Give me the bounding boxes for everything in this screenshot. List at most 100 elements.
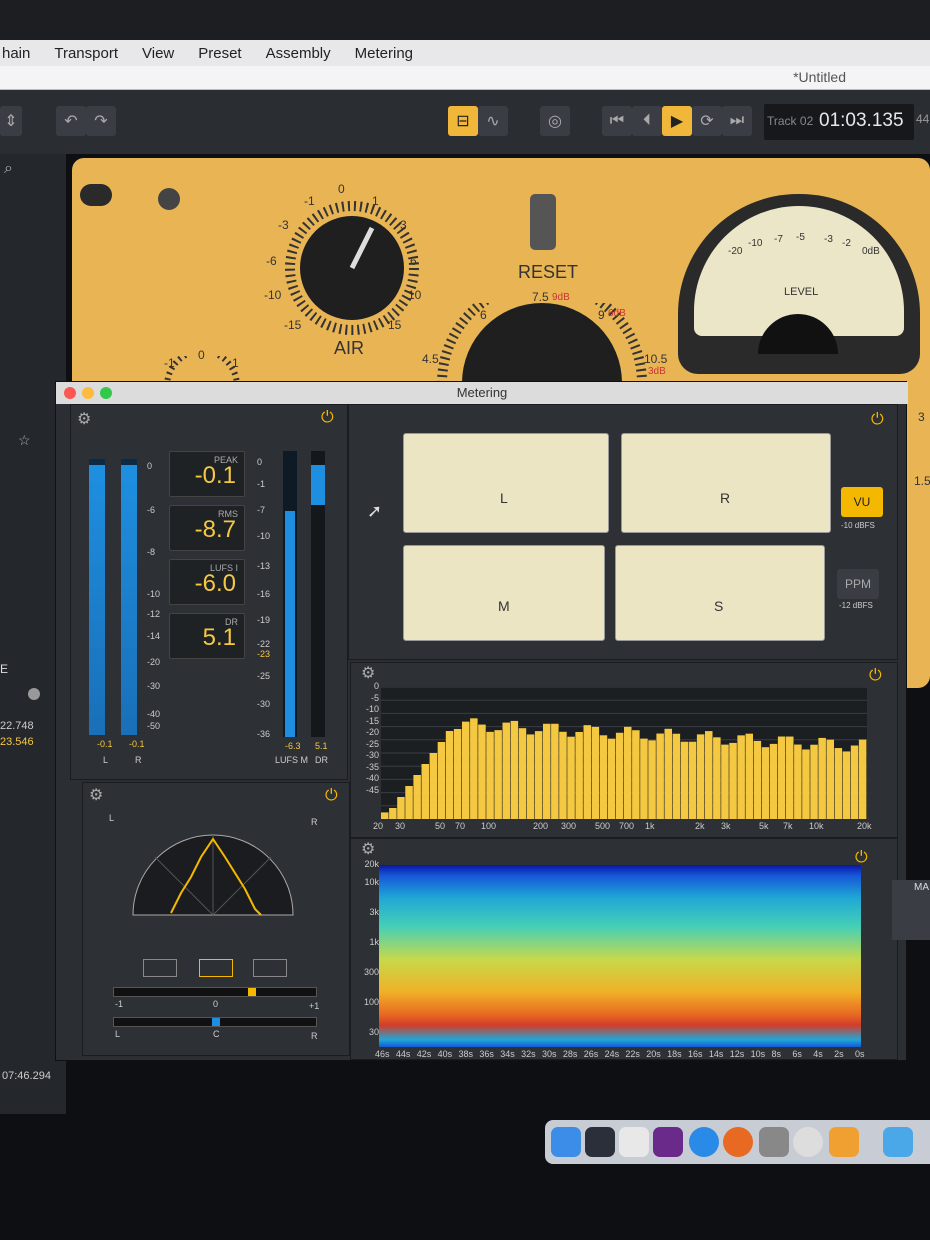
power-icon[interactable]: ⏻ <box>325 787 338 805</box>
gear-icon[interactable]: ⚙ <box>89 785 103 805</box>
previous-icon[interactable]: ⏴ <box>632 106 662 136</box>
input-tick: -1 <box>164 356 175 370</box>
menu-bar: hain Transport View Preset Assembly Mete… <box>0 40 930 66</box>
spectrum-bar <box>745 733 753 819</box>
ppm-mode-button[interactable]: PPM <box>837 569 879 599</box>
sidebar-time-3: 07:46.294 <box>2 1070 51 1082</box>
scale-tick-target: -23 <box>257 649 271 659</box>
undo-icon[interactable]: ↶ <box>56 106 86 136</box>
app-icon[interactable] <box>829 1127 859 1157</box>
scroll-stepper[interactable]: ⇕ <box>0 106 22 136</box>
spectrum-y-tick: -25 <box>365 738 379 749</box>
air-tick: -3 <box>278 218 289 232</box>
balance-label: C <box>213 1029 220 1039</box>
play-icon[interactable]: ▶ <box>662 106 692 136</box>
clipped-label: MA <box>914 882 929 893</box>
minus-icon[interactable] <box>28 688 40 700</box>
stereo-right-label: R <box>311 817 318 827</box>
record-icon[interactable]: ◎ <box>540 106 570 136</box>
logic-icon[interactable] <box>619 1127 649 1157</box>
reset-toggle[interactable] <box>530 194 556 250</box>
skip-forward-icon[interactable]: ⏭ <box>722 106 752 136</box>
gear-icon[interactable]: ⚙ <box>361 663 375 683</box>
spectrum-bar <box>429 753 438 819</box>
spectrum-bar <box>583 725 591 819</box>
close-icon[interactable] <box>64 387 76 399</box>
spectrum-bar <box>445 731 454 819</box>
gear-icon[interactable]: ⚙ <box>77 409 91 429</box>
minimize-icon[interactable] <box>82 387 94 399</box>
power-icon[interactable]: ⏻ <box>321 409 334 427</box>
vu-mode-button[interactable]: VU <box>841 487 883 517</box>
menu-assembly[interactable]: Assembly <box>264 45 333 62</box>
gear-icon[interactable]: ⚙ <box>361 839 375 859</box>
menu-transport[interactable]: Transport <box>52 45 120 62</box>
metering-title: Metering <box>456 385 508 400</box>
spectrogram-x-tick: 14s <box>708 1049 724 1059</box>
spectrum-bar <box>575 731 583 819</box>
waveform-view-icon[interactable]: ∿ <box>478 106 508 136</box>
balance-label: R <box>311 1031 318 1041</box>
power-icon[interactable]: ⏻ <box>871 411 884 429</box>
mode-lissajous-icon[interactable] <box>253 959 287 977</box>
spectrogram-x-tick: 6s <box>792 1049 802 1059</box>
skip-back-icon[interactable]: ⏮ <box>602 106 632 136</box>
safari-icon[interactable] <box>689 1127 719 1157</box>
spectrum-bar <box>648 740 656 819</box>
firefox-icon[interactable] <box>723 1127 753 1157</box>
menu-preset[interactable]: Preset <box>196 45 243 62</box>
spectrum-bar <box>737 735 745 819</box>
plugin-badge <box>80 184 112 206</box>
spectrum-bar <box>705 731 713 819</box>
spectrum-bar <box>721 744 729 819</box>
vu-meter-s: S <box>615 545 825 641</box>
spectrum-x-tick: 2k <box>695 821 705 831</box>
reset-label: RESET <box>518 262 579 282</box>
launchpad-icon[interactable] <box>585 1127 615 1157</box>
spectrum-bar <box>591 726 600 819</box>
spectrum-panel: ⚙ ⏻ 0 -5 -10 -15 -20 -25 -30 -35 -40 -45 20 30 50 70… <box>350 662 898 838</box>
right-channel-label: R <box>135 755 142 765</box>
spectrogram-x-tick: 40s <box>437 1049 453 1059</box>
lufs-m-label: LUFS M <box>275 755 309 765</box>
spectrum-x-tick: 700 <box>619 821 635 831</box>
spectrum-bar <box>842 751 851 819</box>
mode-half-icon[interactable] <box>143 959 177 977</box>
spectrogram-x-tick: 24s <box>604 1049 620 1059</box>
spectrogram-x-tick: 36s <box>479 1049 494 1059</box>
folder-icon[interactable] <box>883 1127 913 1157</box>
menu-chain[interactable]: hain <box>0 45 32 62</box>
spectrum-bar <box>381 812 389 819</box>
level-label: LEVEL <box>784 286 819 298</box>
zoom-icon[interactable] <box>100 387 112 399</box>
mode-flame-icon[interactable] <box>199 959 233 977</box>
redo-icon[interactable]: ↷ <box>86 106 116 136</box>
spectrum-bar <box>494 730 502 819</box>
spectrum-bar <box>713 737 721 819</box>
power-icon[interactable]: ⏻ <box>869 667 882 685</box>
spectrogram-y-axis: 20k 10k 3k 1k 300 100 30 <box>357 859 379 1049</box>
loop-icon[interactable]: ⟳ <box>692 106 722 136</box>
spectrum-bar <box>607 738 616 819</box>
spectrogram-x-tick: 42s <box>416 1049 432 1059</box>
menu-view[interactable]: View <box>140 45 176 62</box>
system-preferences-icon[interactable] <box>759 1127 789 1157</box>
spectrum-y-tick: -45 <box>365 784 379 795</box>
search-icon[interactable]: ⌕ <box>4 160 13 178</box>
spectrum-x-tick: 3k <box>721 821 731 831</box>
final-cut-icon[interactable] <box>653 1127 683 1157</box>
spectrogram-x-tick: 20s <box>646 1049 661 1059</box>
left-peak-value: -0.1 <box>97 739 113 749</box>
spectrum-bar <box>599 735 608 819</box>
chain-view-icon[interactable]: ⊟ <box>448 106 478 136</box>
dr-readout: DR 5.1 <box>169 613 245 659</box>
spectrogram-y-tick: 3k <box>369 907 379 917</box>
air-tick: 15 <box>388 318 402 332</box>
finder-icon[interactable] <box>551 1127 581 1157</box>
menu-metering[interactable]: Metering <box>353 45 415 62</box>
dvd-player-icon[interactable] <box>793 1127 823 1157</box>
scale-tick: -8 <box>147 547 156 557</box>
spectrum-y-tick: -15 <box>365 715 379 726</box>
spectrum-bar <box>688 741 697 819</box>
star-icon[interactable]: ☆ <box>18 432 31 449</box>
